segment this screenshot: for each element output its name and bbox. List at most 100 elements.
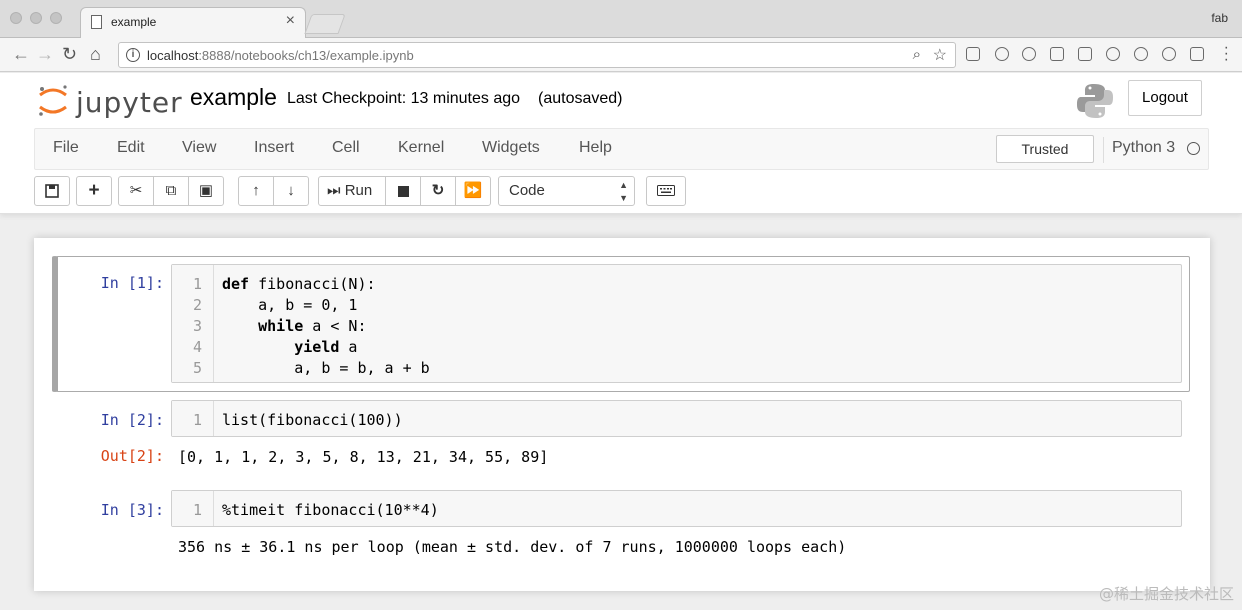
move-up-button[interactable]: ↑	[238, 176, 274, 206]
evernote-icon[interactable]	[1050, 47, 1064, 61]
paste-button[interactable]: ▣	[188, 176, 224, 206]
bookmark-star-icon[interactable]: ☆	[933, 45, 947, 65]
output-prompt: Out[2]:	[100, 447, 164, 465]
reload-icon[interactable]: ↻	[62, 42, 77, 66]
menu-bar: File Edit View Insert Cell Kernel Widget…	[34, 128, 1209, 170]
cut-button[interactable]: ✂	[118, 176, 154, 206]
checkpoint-status: Last Checkpoint: 13 minutes ago	[287, 90, 521, 107]
copy-icon: ⧉	[165, 182, 177, 199]
menu-help[interactable]: Help	[579, 139, 612, 157]
select-arrows-icon: ▲ ▼	[619, 180, 628, 203]
new-tab-button[interactable]	[304, 14, 346, 34]
profile-name[interactable]: fab	[1211, 11, 1228, 25]
scissors-icon: ✂	[129, 182, 143, 199]
line-number: 1	[192, 501, 202, 519]
page-icon	[91, 15, 102, 29]
home-icon[interactable]: ⌂	[90, 42, 101, 66]
adblock-icon[interactable]	[1134, 47, 1148, 61]
forward-arrow-icon[interactable]: →	[36, 42, 54, 66]
notebook-name[interactable]: example	[190, 84, 277, 111]
arrow-down-icon: ↓	[287, 182, 295, 199]
restart-button[interactable]: ↻	[420, 176, 456, 206]
zoom-icon[interactable]: ⌕	[913, 46, 921, 63]
code-input[interactable]: 1 %timeit fibonacci(10**4)	[171, 490, 1182, 527]
menu-cell[interactable]: Cell	[332, 139, 360, 157]
cell-type-select[interactable]: Code ▲ ▼	[498, 176, 635, 206]
tab-close-icon[interactable]: ×	[286, 12, 295, 30]
line-number: 3	[192, 317, 202, 335]
kernel-status-icon	[1187, 142, 1200, 155]
autosave-status: (autosaved)	[538, 90, 623, 107]
plus-icon: +	[88, 180, 100, 201]
arrow-up-icon: ↑	[252, 182, 260, 199]
window-close-button[interactable]	[10, 12, 22, 24]
save-button[interactable]	[34, 176, 70, 206]
divider	[1103, 137, 1104, 163]
logo-text: jupyter	[76, 86, 183, 119]
cell-output: [0, 1, 1, 2, 3, 5, 8, 13, 21, 34, 55, 89…	[178, 448, 549, 466]
menu-widgets[interactable]: Widgets	[482, 139, 540, 157]
line-number-gutter: 1	[172, 491, 214, 526]
move-down-button[interactable]: ↓	[273, 176, 309, 206]
menu-insert[interactable]: Insert	[254, 139, 294, 157]
browser-tab[interactable]: example ×	[80, 7, 306, 38]
command-palette-button[interactable]	[646, 176, 686, 206]
keyboard-icon	[657, 185, 675, 196]
browser-nav-bar: ← → ↻ ⌂ i localhost:8888/notebooks/ch13/…	[0, 38, 1242, 72]
line-number: 1	[192, 275, 202, 293]
cell-output: 356 ns ± 36.1 ns per loop (mean ± std. d…	[178, 538, 847, 556]
kernel-name[interactable]: Python 3	[1112, 139, 1175, 157]
line-number: 1	[192, 411, 202, 429]
run-button[interactable]: ⏭ Run	[318, 176, 386, 206]
extension-icon[interactable]	[1078, 47, 1092, 61]
menu-kernel[interactable]: Kernel	[398, 139, 444, 157]
input-prompt: In [3]:	[100, 501, 164, 519]
url-text: localhost:8888/notebooks/ch13/example.ip…	[147, 48, 414, 63]
copy-button[interactable]: ⧉	[153, 176, 189, 206]
line-number: 5	[192, 359, 202, 377]
input-prompt: In [2]:	[100, 411, 164, 429]
pocket-icon[interactable]	[1022, 47, 1036, 61]
menu-file[interactable]: File	[53, 139, 79, 157]
line-number-gutter: 1	[172, 401, 214, 436]
window-zoom-button[interactable]	[50, 12, 62, 24]
insert-cell-button[interactable]: +	[76, 176, 112, 206]
cast-icon[interactable]	[966, 47, 980, 61]
stop-icon	[397, 185, 409, 197]
jupyter-ring-icon	[39, 85, 67, 116]
window-minimize-button[interactable]	[30, 12, 42, 24]
menu-view[interactable]: View	[182, 139, 216, 157]
step-forward-icon: ⏭	[327, 182, 341, 199]
browser-menu-icon[interactable]: · · ·	[1224, 40, 1229, 68]
url-host: localhost	[147, 48, 199, 63]
shield-icon[interactable]	[1106, 47, 1120, 61]
run-label: Run	[344, 182, 373, 199]
notebook-container: In [1]: 1 2 3 4 5 def fibonacci(N): a, b…	[34, 238, 1210, 591]
line-number: 2	[192, 296, 202, 314]
code-input[interactable]: 1 2 3 4 5 def fibonacci(N): a, b = 0, 1 …	[171, 264, 1182, 383]
logout-button[interactable]: Logout	[1128, 80, 1202, 116]
line-number: 4	[192, 338, 202, 356]
info-icon[interactable]: i	[126, 48, 140, 62]
input-prompt: In [1]:	[100, 274, 164, 292]
download-icon[interactable]	[1190, 47, 1204, 61]
fast-forward-icon: ⏩	[463, 182, 483, 199]
menu-edit[interactable]: Edit	[117, 139, 145, 157]
watermark: @稀土掘金技术社区	[1098, 585, 1234, 603]
code-input[interactable]: 1 list(fibonacci(100))	[171, 400, 1182, 437]
trusted-indicator[interactable]: Trusted	[996, 135, 1094, 163]
paste-icon: ▣	[198, 182, 214, 199]
tab-title: example	[111, 15, 157, 29]
save-icon	[45, 184, 59, 198]
cell-type-value: Code	[509, 182, 545, 199]
code-line: yield a	[294, 338, 358, 356]
address-bar[interactable]: i localhost:8888/notebooks/ch13/example.…	[118, 42, 956, 68]
info-extension-icon[interactable]	[995, 47, 1009, 61]
interrupt-button[interactable]	[385, 176, 421, 206]
restart-run-all-button[interactable]: ⏩	[455, 176, 491, 206]
opera-icon[interactable]	[1162, 47, 1176, 61]
back-arrow-icon[interactable]: ←	[12, 42, 30, 66]
code-line: list(fibonacci(100))	[222, 411, 403, 429]
jupyter-header: jupyter example Last Checkpoint: 13 minu…	[0, 73, 1242, 214]
restart-icon: ↻	[431, 182, 445, 199]
